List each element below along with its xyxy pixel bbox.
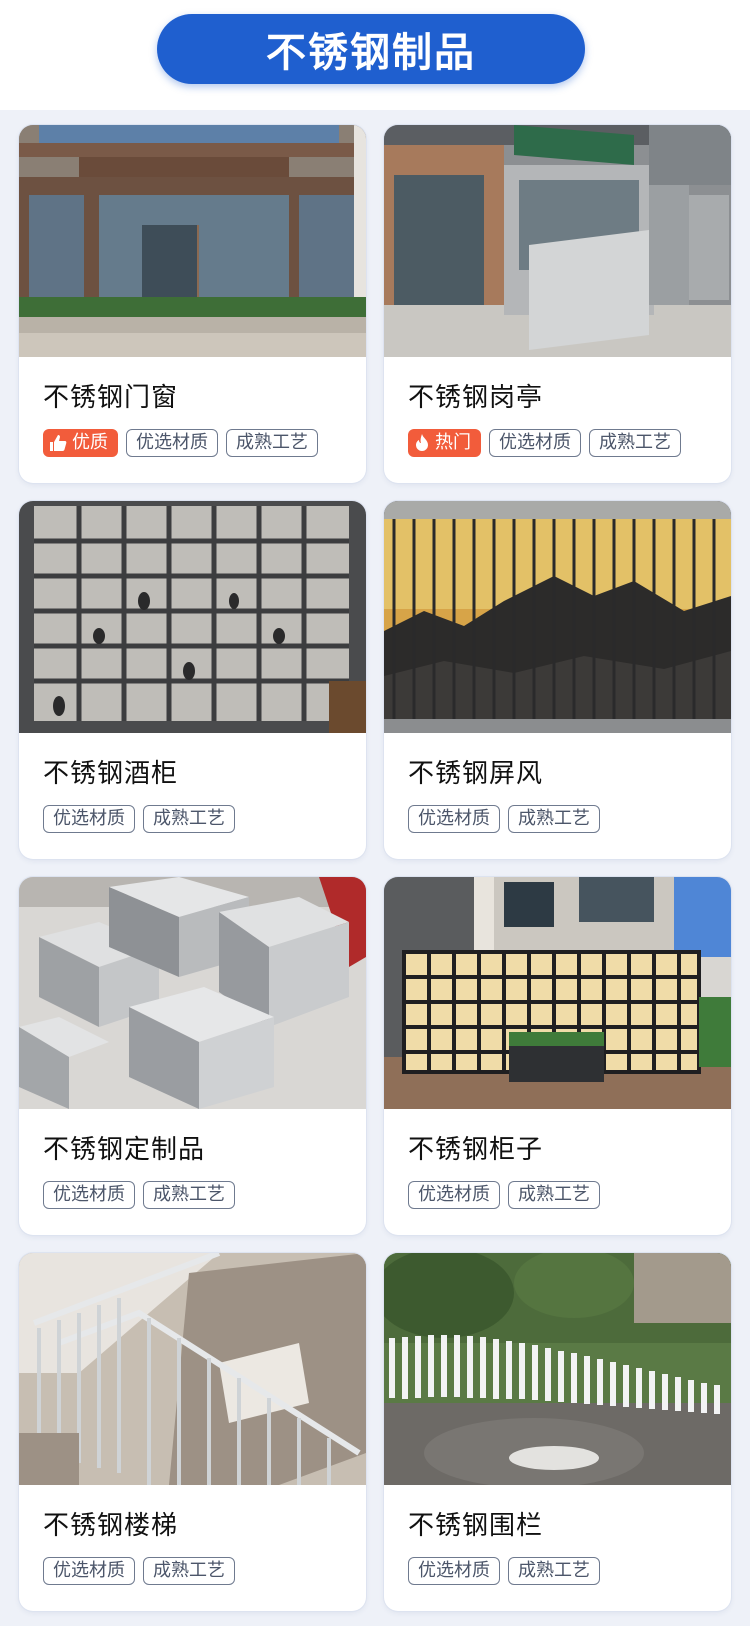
header: 不锈钢制品 — [0, 0, 750, 110]
tag-material: 优选材质 — [408, 805, 500, 833]
product-photo — [384, 1253, 731, 1485]
product-photo — [19, 1253, 366, 1485]
product-grid: 不锈钢门窗 优质 优选材质 成熟工艺 不锈钢岗亭 热门 优选材质 成熟工艺 不锈… — [19, 125, 731, 1611]
product-photo — [384, 877, 731, 1109]
product-card-cabinet[interactable]: 不锈钢柜子 优选材质 成熟工艺 — [384, 877, 731, 1235]
product-title: 不锈钢围栏 — [408, 1511, 544, 1541]
tag-material: 优选材质 — [408, 1557, 500, 1585]
tag-material: 优选材质 — [43, 1557, 135, 1585]
tag-row: 优选材质 成熟工艺 — [43, 805, 366, 833]
tag-row: 优选材质 成熟工艺 — [408, 805, 731, 833]
product-card-doors-windows[interactable]: 不锈钢门窗 优质 优选材质 成熟工艺 — [19, 125, 366, 483]
tag-row: 热门 优选材质 成熟工艺 — [408, 429, 731, 457]
product-photo — [384, 125, 731, 357]
tag-row: 优选材质 成熟工艺 — [43, 1557, 366, 1585]
product-title: 不锈钢酒柜 — [43, 759, 179, 789]
product-photo — [19, 125, 366, 357]
tag-craft: 成熟工艺 — [143, 805, 235, 833]
product-title: 不锈钢门窗 — [43, 383, 179, 413]
product-card-custom[interactable]: 不锈钢定制品 优选材质 成熟工艺 — [19, 877, 366, 1235]
tag-material: 优选材质 — [126, 429, 218, 457]
product-card-wine-cabinet[interactable]: 不锈钢酒柜 优选材质 成熟工艺 — [19, 501, 366, 859]
tag-craft: 成熟工艺 — [508, 1557, 600, 1585]
tag-row: 优选材质 成熟工艺 — [408, 1557, 731, 1585]
product-card-stairs[interactable]: 不锈钢楼梯 优选材质 成熟工艺 — [19, 1253, 366, 1611]
quality-badge: 优质 — [43, 429, 118, 457]
tag-craft: 成熟工艺 — [589, 429, 681, 457]
product-title: 不锈钢定制品 — [43, 1135, 206, 1165]
product-title: 不锈钢楼梯 — [43, 1511, 179, 1541]
product-photo — [19, 877, 366, 1109]
tag-material: 优选材质 — [489, 429, 581, 457]
tag-row: 优选材质 成熟工艺 — [408, 1181, 731, 1209]
badge-label: 优质 — [72, 432, 108, 453]
tag-craft: 成熟工艺 — [508, 805, 600, 833]
tag-material: 优选材质 — [43, 805, 135, 833]
tag-craft: 成熟工艺 — [143, 1181, 235, 1209]
tag-material: 优选材质 — [408, 1181, 500, 1209]
flame-icon — [414, 434, 430, 452]
product-title: 不锈钢岗亭 — [408, 383, 544, 413]
product-card-fence[interactable]: 不锈钢围栏 优选材质 成熟工艺 — [384, 1253, 731, 1611]
tag-craft: 成熟工艺 — [226, 429, 318, 457]
hot-badge: 热门 — [408, 429, 481, 457]
tag-material: 优选材质 — [43, 1181, 135, 1209]
tag-row: 优质 优选材质 成熟工艺 — [43, 429, 366, 457]
product-photo — [19, 501, 366, 733]
tag-craft: 成熟工艺 — [508, 1181, 600, 1209]
tag-craft: 成熟工艺 — [143, 1557, 235, 1585]
tag-row: 优选材质 成熟工艺 — [43, 1181, 366, 1209]
product-title: 不锈钢屏风 — [408, 759, 544, 789]
product-title: 不锈钢柜子 — [408, 1135, 544, 1165]
product-photo — [384, 501, 731, 733]
product-card-screen[interactable]: 不锈钢屏风 优选材质 成熟工艺 — [384, 501, 731, 859]
product-card-sentry-box[interactable]: 不锈钢岗亭 热门 优选材质 成熟工艺 — [384, 125, 731, 483]
badge-label: 热门 — [435, 432, 471, 453]
page-title: 不锈钢制品 — [157, 14, 585, 84]
thumbs-up-icon — [49, 434, 67, 452]
